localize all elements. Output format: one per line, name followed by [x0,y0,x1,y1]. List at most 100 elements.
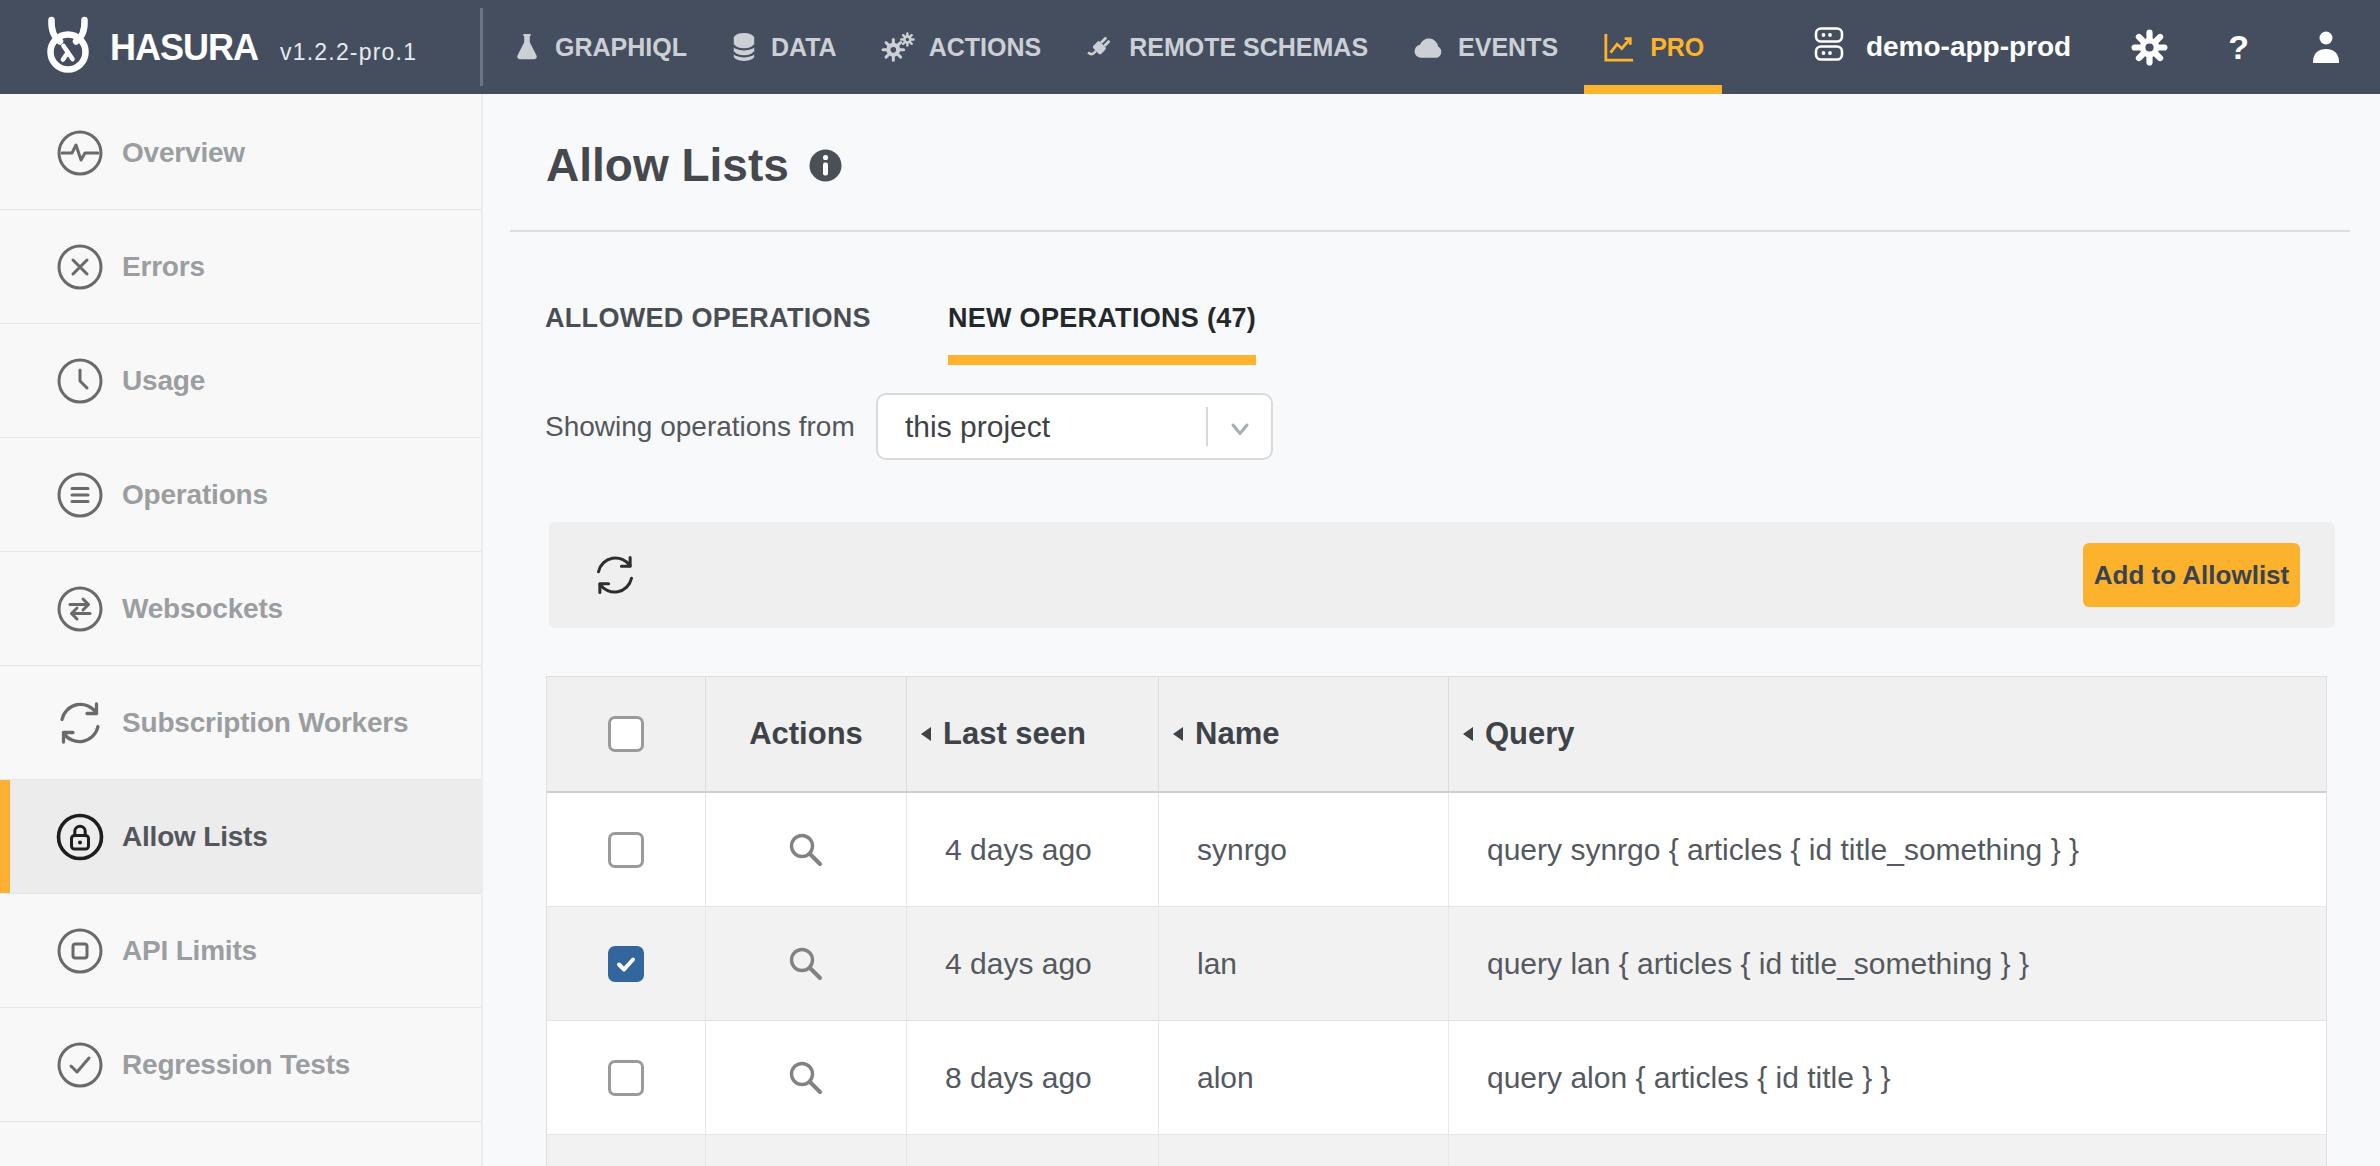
hasura-logo-icon[interactable] [43,16,93,80]
row-actions-cell [706,1021,907,1134]
nav-item-label: DATA [771,33,837,62]
info-icon[interactable] [809,149,842,182]
row-checkbox[interactable] [608,1060,644,1096]
sidebar-item-label: Overview [122,137,245,169]
table-header: Actions Last seen Name Query [547,677,2326,793]
sidebar-item-label: API Limits [122,935,257,967]
magnifier-icon[interactable] [787,945,825,983]
nav-item-label: PRO [1650,33,1704,62]
row-checkbox-cell [547,1021,706,1134]
sidebar-item-label: Websockets [122,593,283,625]
filter-label: Showing operations from [545,393,855,460]
sidebar-item-icon [56,699,104,747]
table-row [547,1135,2326,1166]
nav-item[interactable]: ACTIONS [863,0,1060,94]
chevron-down-icon [1226,415,1254,450]
sidebar-item[interactable]: Overview [0,96,481,210]
col-header-last-seen[interactable]: Last seen [907,677,1159,791]
nav-item-icon [1085,32,1115,62]
nav-item[interactable]: PRO [1584,0,1722,94]
row-query-cell: query alon { articles { id title } } [1449,1021,2326,1134]
sidebar-item[interactable]: Operations [0,438,481,552]
sort-icon [921,727,931,741]
nav-item[interactable]: DATA [713,0,855,94]
main-nav: GRAPHIQL DATA ACTIONS REMOTE SCHEMAS EVE… [495,0,1722,94]
row-query-cell: query synrgo { articles { id title_somet… [1449,793,2326,906]
row-checkbox-cell [547,907,706,1020]
row-actions-cell [706,793,907,906]
sidebar-item[interactable]: Errors [0,210,481,324]
tab-label: NEW OPERATIONS (47) [948,303,1256,333]
magnifier-icon[interactable] [787,831,825,869]
nav-item[interactable]: REMOTE SCHEMAS [1067,0,1386,94]
nav-item-icon [1412,35,1444,60]
table-toolbar: Add to Allowlist [549,522,2335,628]
sidebar-item-icon [56,927,104,975]
row-last-seen-cell: 8 days ago [907,1021,1159,1134]
add-to-allowlist-button[interactable]: Add to Allowlist [2083,543,2300,607]
settings-gear-icon[interactable] [2131,29,2168,66]
col-header-name[interactable]: Name [1159,677,1449,791]
nav-item-icon [731,32,757,63]
select-divider [1206,407,1208,446]
row-checkbox-cell [547,793,706,906]
col-header-actions: Actions [706,677,907,791]
sidebar-item[interactable]: Regression Tests [0,1008,481,1122]
row-actions-cell [706,907,907,1020]
sidebar-item-icon [56,585,104,633]
nav-item-label: ACTIONS [929,33,1042,62]
sidebar-item[interactable]: Allow Lists [0,780,481,894]
row-query-cell: query lan { articles { id title_somethin… [1449,907,2326,1020]
server-icon [1809,24,1849,71]
row-last-seen-cell: 4 days ago [907,907,1159,1020]
operations-table: Actions Last seen Name Query 4 days ago [546,676,2327,1166]
sidebar-item-label: Errors [122,251,205,283]
row-last-seen-cell [907,1135,1159,1166]
nav-item-icon [513,32,541,63]
refresh-icon[interactable] [593,553,637,597]
project-filter-select[interactable]: this project [876,393,1273,460]
row-checkbox[interactable] [608,832,644,868]
sidebar-item[interactable]: API Limits [0,894,481,1008]
tab[interactable]: ALLOWED OPERATIONS [545,303,871,365]
table-body: 4 days ago synrgo query synrgo { article… [547,793,2326,1166]
version-label: v1.2.2-pro.1 [280,39,417,66]
brand: HASURA v1.2.2-pro.1 [110,0,417,94]
project-selector[interactable]: demo-app-prod [1809,24,2071,71]
select-all-checkbox[interactable] [608,716,644,752]
table-row: 4 days ago synrgo query synrgo { article… [547,793,2326,907]
nav-item[interactable]: EVENTS [1394,0,1576,94]
row-checkbox[interactable] [608,946,644,982]
tab[interactable]: NEW OPERATIONS (47) [948,303,1256,365]
col-header-query[interactable]: Query [1449,677,2326,791]
nav-item-label: GRAPHIQL [555,33,687,62]
sidebar-item-icon [56,1041,104,1089]
magnifier-icon[interactable] [787,1059,825,1097]
sidebar-item-icon [56,243,104,291]
nav-item-icon [1602,32,1636,63]
sidebar: Overview Errors Usage Operations Websock… [0,94,483,1166]
page-title-row: Allow Lists [546,138,842,192]
sidebar-item-label: Operations [122,479,268,511]
main-content: Allow Lists ALLOWED OPERATIONS NEW OPERA… [483,94,2380,1166]
tabs: ALLOWED OPERATIONS NEW OPERATIONS (47) [545,303,1256,365]
sidebar-item[interactable]: Subscription Workers [0,666,481,780]
row-name-cell: lan [1159,907,1449,1020]
header-right: demo-app-prod ? [1809,0,2380,94]
row-checkbox-cell [547,1135,706,1166]
sidebar-item[interactable]: Usage [0,324,481,438]
table-row: 8 days ago alon query alon { articles { … [547,1021,2326,1135]
select-value: this project [905,410,1050,444]
nav-item[interactable]: GRAPHIQL [495,0,705,94]
sidebar-item-label: Subscription Workers [122,707,408,739]
help-icon[interactable]: ? [2228,28,2249,67]
sidebar-item[interactable]: Websockets [0,552,481,666]
sidebar-item-icon [56,471,104,519]
user-icon[interactable] [2309,29,2343,65]
sort-icon [1173,727,1183,741]
row-query-cell [1449,1135,2326,1166]
sidebar-item-icon [56,813,104,861]
sidebar-item-icon [56,357,104,405]
row-name-cell: synrgo [1159,793,1449,906]
sidebar-item-label: Regression Tests [122,1049,350,1081]
